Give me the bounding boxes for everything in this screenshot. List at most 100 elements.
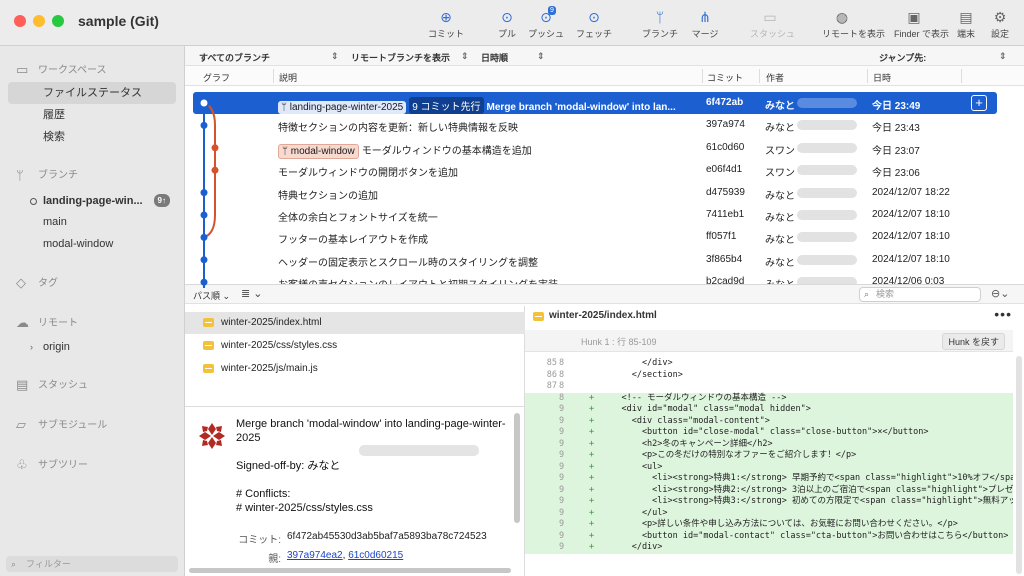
diff-header: winter-2025/index.html ••• [525,306,1024,326]
horizontal-scrollbar[interactable] [189,568,511,573]
commit-author: みなと [765,101,795,112]
modified-file-icon [533,312,544,321]
redacted-email [797,187,857,198]
redacted-email [359,445,479,456]
col-commit[interactable]: コミット [707,71,743,84]
folder-icon: ▱ [16,417,26,433]
diff-line-added: 9 + <p>詳しい条件や申し込み方法については、お気軽にお問い合わせください。<… [525,519,1013,531]
diff-line-added: 9 + <ul> [525,461,1013,473]
parent-link[interactable]: 61c0d60215 [348,550,403,561]
sidebar-item-branch-main[interactable]: main [8,211,176,233]
redacted-email [797,142,857,153]
sidebar-section-stash[interactable]: ▤ スタッシュ [16,376,88,393]
vertical-scrollbar[interactable] [1016,356,1022,574]
more-actions-icon[interactable]: ••• [994,306,1012,322]
file-row[interactable]: winter-2025/css/styles.css [185,335,525,357]
discard-hunk-button[interactable]: Hunk を戻す [942,333,1005,350]
stash-button[interactable]: ▭ スタッシュ [750,8,796,40]
hunk-header: Hunk 1 : 行 85-109 Hunk を戻す [525,330,1013,352]
chevron-updown-icon: ⇕ [461,51,469,61]
commit-row[interactable]: フッターの基本レイアウトを作成 ff057f1 みなと 2024/12/07 18:1… [193,226,997,248]
commit-row[interactable]: ᛘ modal-window モーダルウィンドウの基本構造を追加 61c0d60 スワ… [193,137,997,159]
globe-button[interactable]: ◍ リモートを表示 [822,8,885,40]
fetch-button[interactable]: ⊙ フェッチ [574,8,614,40]
graph-node [200,256,208,264]
sidebar-section-subtree[interactable]: ♧ サブツリー [16,456,88,473]
col-graph[interactable]: グラフ [203,71,230,84]
tree-icon: ♧ [16,457,28,473]
commit-row[interactable]: 全体の余白とフォントサイズを統一 7411eb1 みなと 2024/12/07 18:… [193,204,997,226]
diff-file-name: winter-2025/index.html [549,310,657,321]
sidebar-section-submodules[interactable]: ▱ サブモジュール [16,416,107,433]
diff-line-added: 9 + </div> [525,542,1013,554]
file-row[interactable]: winter-2025/index.html [185,312,525,334]
commit-row[interactable]: 特徴セクションの内容を更新：新しい特典情報を反映 397a974 みなと 今日 23:… [193,114,997,136]
sidebar-section-tags[interactable]: ◇ タグ [16,274,58,291]
search-icon: ⌕ [11,559,17,569]
commit-button[interactable]: ⊕ コミット [426,8,466,40]
sidebar-item-remote-origin[interactable]: › origin [8,336,176,358]
graph-node [200,233,208,241]
zoom-window-button[interactable] [52,15,64,27]
sidebar-filter-input[interactable]: ⌕ フィルター [6,556,178,572]
toolbar-label: マージ [691,29,719,39]
commit-row[interactable]: ᛘ landing-page-winter-2025 9 コミット先行 Merge … [193,92,997,114]
sidebar-item-branch-current[interactable]: landing-page-win... 9↑ [8,190,176,212]
col-date[interactable]: 日時 [873,71,891,84]
pull-button[interactable]: ⊙ プル [487,8,527,40]
branch-button[interactable]: ᛘ ブランチ [640,8,680,40]
commit-row[interactable]: モーダルウィンドウの開閉ボタンを追加 e06f4d1 スワン 今日 23:06 [193,159,997,181]
branch-filter-select[interactable]: すべてのブランチ [199,51,270,64]
stash-icon: ▭ [763,9,777,25]
push-button[interactable]: ⊙ 9 プッシュ [526,6,566,40]
chevron-right-icon[interactable]: › [30,336,33,358]
col-description[interactable]: 説明 [279,71,297,84]
diff-line: 86 8 </section> [546,369,683,380]
toolbar-label: コミット [427,29,464,39]
commit-graph [198,97,219,288]
current-branch-indicator [30,198,37,205]
remote-branch-select[interactable]: リモートブランチを表示 [351,51,450,64]
file-search-input[interactable]: ⌕ 検索 [859,287,981,302]
column-header: グラフ 説明 コミット 作者 日時 [185,66,1024,86]
jump-to-label[interactable]: ジャンプ先: [879,51,926,64]
vertical-scrollbar[interactable] [514,413,520,523]
order-select[interactable]: 日時順 [481,51,508,64]
graph-node [200,121,208,129]
close-window-button[interactable] [14,15,26,27]
commit-author: みなと [765,190,795,202]
finder-button[interactable]: ▣ Finder で表示 [894,8,950,40]
merge-icon: ⋔ [699,9,711,25]
toolbar-label: スタッシュ [750,29,796,39]
toolbar-label: Finder で表示 [894,29,950,39]
gear-button[interactable]: ⚙ 設定 [980,8,1020,40]
file-row[interactable]: winter-2025/js/main.js [185,358,525,380]
ahead-count-badge: 9↑ [153,194,170,207]
commit-icon: ⊕ [440,9,452,25]
fetch-icon: ⊙ [588,9,600,25]
graph-line-branch [203,170,216,239]
branch-icon: ᛘ [16,167,24,183]
graph-node [211,144,219,152]
diff-line-added: 9 + <div class="modal-content"> [525,415,1013,427]
sidebar-item-branch-modal-window[interactable]: modal-window [8,233,176,255]
merge-button[interactable]: ⋔ マージ [685,8,725,40]
sidebar-item-search[interactable]: 検索 [8,126,176,148]
parent-link[interactable]: 397a974ea2 [287,550,343,561]
commit-description: 全体の余白とフォントサイズを統一 [278,213,438,224]
add-icon[interactable]: + [971,95,987,111]
parents-label: 親: [268,554,281,565]
sidebar-section-branches[interactable]: ᛘ ブランチ [16,166,78,183]
more-options-icon[interactable]: ⊖⌄ [991,287,1009,300]
col-author[interactable]: 作者 [766,71,784,84]
commit-row[interactable]: ヘッダーの固定表示とスクロール時のスタイリングを調整 3f865b4 みなと 2024… [193,249,997,271]
commit-row[interactable]: 特典セクションの追加 d475939 みなと 2024/12/07 18:22 [193,182,997,204]
path-view-select[interactable]: パス順 ⌄ [193,289,230,302]
minimize-window-button[interactable] [33,15,45,27]
sidebar-item-history[interactable]: 履歴 [8,104,176,126]
sidebar-section-workspace[interactable]: ▭ ワークスペース [16,61,107,78]
sidebar-item-file-status[interactable]: ファイルステータス [8,82,176,104]
ahead-badge: 9 コミット先行 [409,97,484,114]
sidebar-section-remotes[interactable]: ☁ リモート [16,314,78,331]
list-options-icon[interactable]: ≣ ⌄ [241,287,263,300]
